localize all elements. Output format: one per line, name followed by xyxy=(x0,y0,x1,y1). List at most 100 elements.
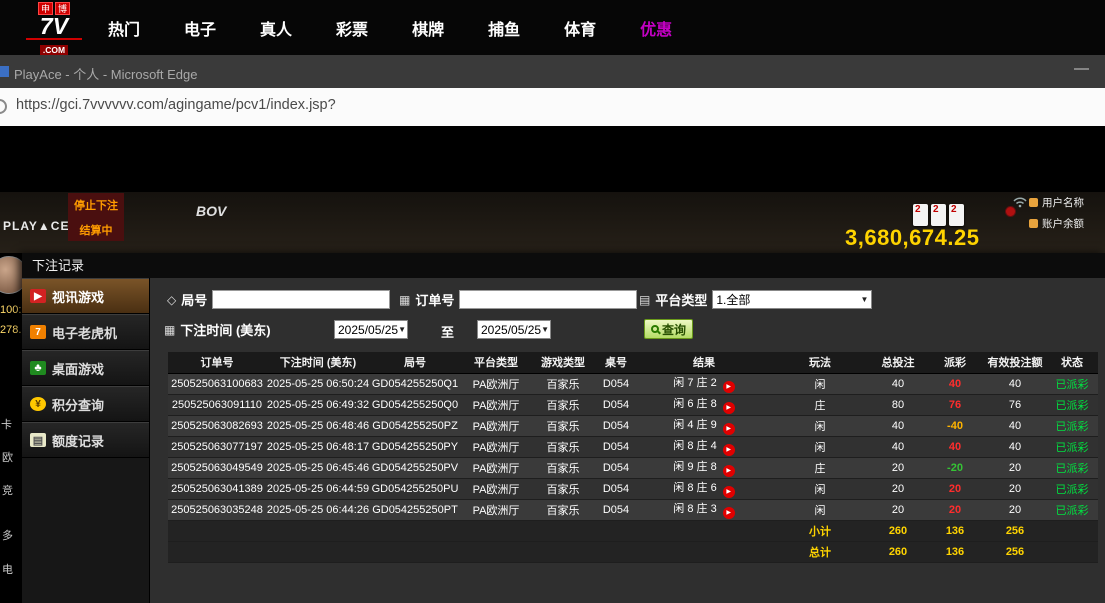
column-header: 平台类型 xyxy=(460,352,532,373)
points-icon: ¥ xyxy=(30,397,46,411)
playing-card: 2 xyxy=(949,204,964,226)
sidebar-item-1[interactable]: ▶ 视讯游戏 xyxy=(22,278,149,314)
replay-icon[interactable]: ▶ xyxy=(723,444,735,456)
grand-total-payout-cell: 136 xyxy=(926,541,984,562)
valid-cell: 40 xyxy=(984,373,1046,394)
column-header: 订单号 xyxy=(168,352,266,373)
column-header: 玩法 xyxy=(770,352,870,373)
slot-machine-icon: 7 xyxy=(30,325,46,339)
replay-icon[interactable]: ▶ xyxy=(723,465,735,477)
replay-icon[interactable]: ▶ xyxy=(723,486,735,498)
valid-cell: 20 xyxy=(984,499,1046,520)
replay-icon[interactable]: ▶ xyxy=(723,402,735,414)
payout-cell: 40 xyxy=(926,436,984,457)
status-cell: 已派彩 xyxy=(1046,415,1098,436)
url-text[interactable]: https://gci.7vvvvvv.com/agingame/pcv1/in… xyxy=(16,97,336,113)
balance-icon xyxy=(1029,219,1038,228)
payout-cell: -40 xyxy=(926,415,984,436)
video-camera-icon: ▶ xyxy=(30,289,46,303)
left-fragment: 卡 xyxy=(1,416,12,432)
sidebar-item-4[interactable]: ¥积分查询 xyxy=(22,386,149,422)
sidebar-item-label: 额度记录 xyxy=(52,431,104,450)
search-button[interactable]: 查询 xyxy=(644,319,693,339)
column-header: 局号 xyxy=(370,352,460,373)
sidebar-item-2[interactable]: 7 电子老虎机 xyxy=(22,314,149,350)
nav-item-1[interactable]: 热门 xyxy=(108,16,140,40)
left-fragment: 278. xyxy=(0,324,21,336)
bov-text: BOV xyxy=(196,203,226,219)
date-to-value: 2025/05/25 xyxy=(481,323,541,337)
screen: 申 博 7V .COM 热门电子真人彩票棋牌捕鱼体育优惠 PlayAce - 个… xyxy=(0,0,1105,603)
game-cell: 百家乐 xyxy=(532,478,594,499)
status-cell: 已派彩 xyxy=(1046,394,1098,415)
platform-select[interactable]: 1.全部 ▼ xyxy=(712,290,872,309)
bet-cell: 80 xyxy=(870,394,926,415)
platform-cell: PA欧洲厅 xyxy=(460,436,532,457)
nav-item-8[interactable]: 优惠 xyxy=(640,16,672,40)
play-cell: 闲 xyxy=(770,499,870,520)
order-input[interactable] xyxy=(459,290,637,309)
sidebar-item-3[interactable]: ♣桌面游戏 xyxy=(22,350,149,386)
search-button-label: 查询 xyxy=(662,321,686,338)
replay-icon[interactable]: ▶ xyxy=(723,381,735,393)
reload-icon[interactable] xyxy=(0,99,7,114)
round-filter: ◇ 局号 xyxy=(167,290,390,309)
order-cell: 250525063091110 xyxy=(168,394,266,415)
bet-cell: 20 xyxy=(870,478,926,499)
status-cell: 已派彩 xyxy=(1046,478,1098,499)
dealt-cards: 222 xyxy=(913,204,964,226)
column-header: 总投注 xyxy=(870,352,926,373)
order-cell: 250525063100683 xyxy=(168,373,266,394)
play-cell: 庄 xyxy=(770,457,870,478)
nav-item-3[interactable]: 真人 xyxy=(260,16,292,40)
game-cell: 百家乐 xyxy=(532,436,594,457)
status-cell: 已派彩 xyxy=(1046,436,1098,457)
valid-cell: 40 xyxy=(984,415,1046,436)
nav-item-2[interactable]: 电子 xyxy=(184,16,216,40)
sidebar-item-5[interactable]: ▤额度记录 xyxy=(22,422,149,458)
game-cell: 百家乐 xyxy=(532,373,594,394)
order-cell: 250525063082693 xyxy=(168,415,266,436)
result-text: 闲 4 庄 9 xyxy=(673,419,716,431)
round-cell: GD054255250Q1 xyxy=(370,373,460,394)
sidebar-item-label: 桌面游戏 xyxy=(52,359,104,378)
bet-cell: 40 xyxy=(870,373,926,394)
dropdown-arrow-icon: ▼ xyxy=(860,295,868,304)
date-from-select[interactable]: 2025/05/25 ▼ xyxy=(334,320,408,339)
site-logo[interactable]: 申 博 7V .COM xyxy=(26,2,82,58)
table-row: 2505250630771972025-05-25 06:48:17GD0542… xyxy=(168,436,1098,457)
panel-body: ▶视讯游戏7电子老虎机♣桌面游戏¥积分查询▤额度记录 ◇ 局号 ▦ 订单号 ▤ … xyxy=(22,278,1105,603)
round-input[interactable] xyxy=(212,290,390,309)
order-icon: ▦ xyxy=(399,293,410,307)
payout-cell: 20 xyxy=(926,499,984,520)
browser-url-bar[interactable]: https://gci.7vvvvvv.com/agingame/pcv1/in… xyxy=(0,88,1105,126)
sidebar-item-label: 电子老虎机 xyxy=(52,323,117,342)
platform-cell: PA欧洲厅 xyxy=(460,373,532,394)
replay-icon[interactable]: ▶ xyxy=(723,423,735,435)
round-label: 局号 xyxy=(181,290,207,309)
account-panel: 用户名称账户余额 xyxy=(1029,195,1103,237)
game-cell: 百家乐 xyxy=(532,394,594,415)
logo-main-text: 7V xyxy=(26,15,82,40)
date-to-select[interactable]: 2025/05/25 ▼ xyxy=(477,320,551,339)
nav-item-4[interactable]: 彩票 xyxy=(336,16,368,40)
status-cell: 已派彩 xyxy=(1046,373,1098,394)
replay-icon[interactable]: ▶ xyxy=(723,507,735,519)
result-cell: 闲 8 庄 3 ▶ xyxy=(638,499,770,520)
order-filter: ▦ 订单号 xyxy=(399,290,637,309)
minimize-button[interactable]: — xyxy=(1074,60,1089,77)
nav-item-6[interactable]: 捕鱼 xyxy=(488,16,520,40)
tableNo-cell: D054 xyxy=(594,457,638,478)
result-cell: 闲 6 庄 8▶ xyxy=(638,394,770,415)
result-text: 闲 9 庄 8 xyxy=(673,461,716,473)
bet-cell: 40 xyxy=(870,436,926,457)
playace-logo: PLAY▲CE xyxy=(3,219,69,233)
user-icon xyxy=(1029,198,1038,207)
sidebar-item-label: 视讯游戏 xyxy=(52,287,104,306)
subtotal-label-cell: 小计 xyxy=(770,520,870,541)
nav-item-7[interactable]: 体育 xyxy=(564,16,596,40)
result-text: 闲 8 庄 3 xyxy=(673,503,716,515)
nav-item-5[interactable]: 棋牌 xyxy=(412,16,444,40)
order-cell: 250525063035248 xyxy=(168,499,266,520)
time-cell: 2025-05-25 06:45:46 xyxy=(266,457,370,478)
